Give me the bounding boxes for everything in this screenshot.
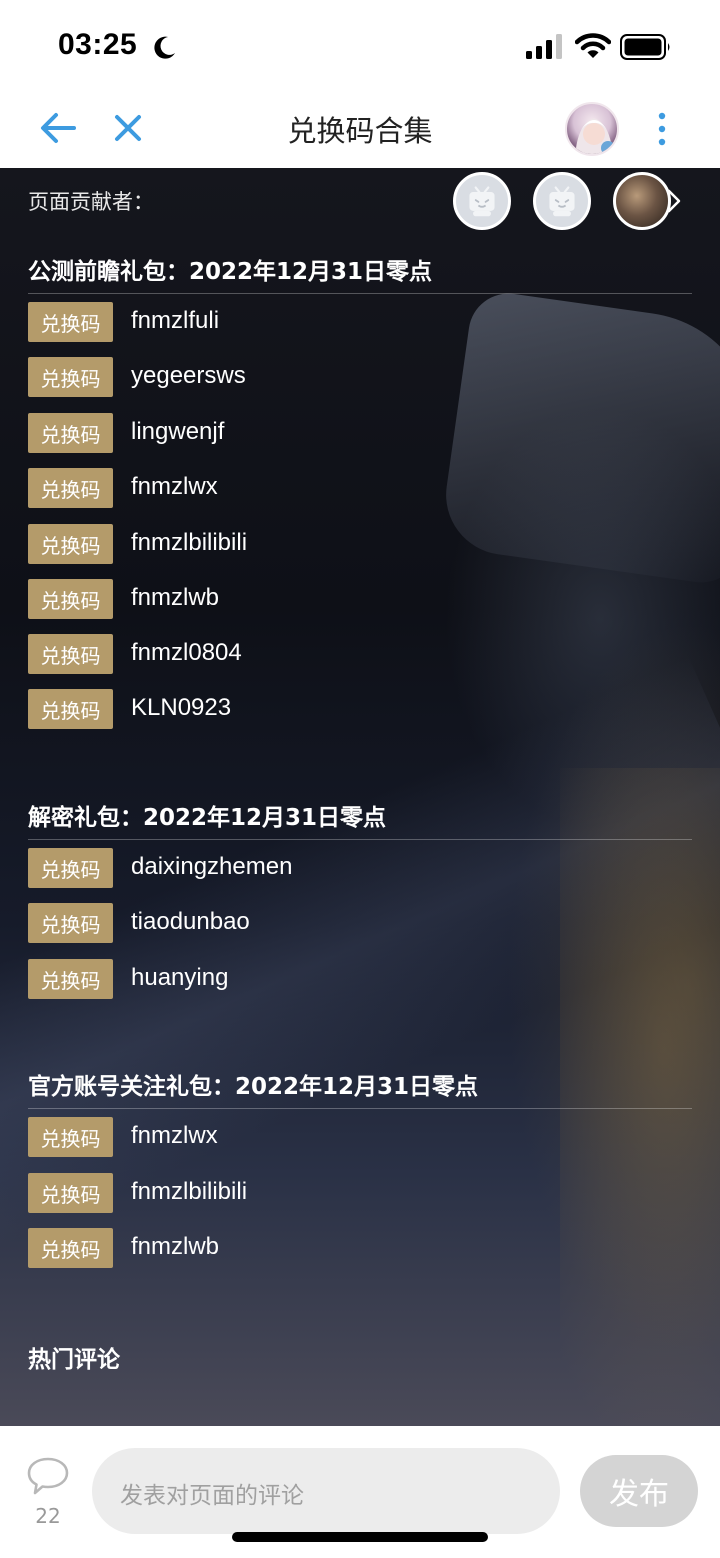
user-avatar[interactable] [565,102,619,156]
contributors-label: 页面贡献者： [28,190,154,214]
section-divider [28,293,692,294]
redeem-code[interactable]: fnmzl0804 [131,639,242,667]
code-badge: 兑换码 [28,524,113,564]
code-row[interactable]: 兑换码 fnmzlwb [28,1228,688,1270]
code-row[interactable]: 兑换码 KLN0923 [28,689,688,731]
redeem-code[interactable]: fnmzlwx [131,473,218,501]
screen: 03:25 兑换码合集 页面贡献者： 公测前瞻礼包：2022年12月31日零点 … [0,0,720,1558]
code-badge: 兑换码 [28,1173,113,1213]
redeem-code[interactable]: fnmzlbilibili [131,1178,247,1206]
bottom-comment-bar: 22 发表对页面的评论 发布 [0,1426,720,1558]
comment-count: 22 [35,1504,61,1528]
bilibili-tv-icon [469,186,495,217]
redeem-code[interactable]: fnmzlwx [131,1122,218,1150]
nav-bar: 兑换码合集 [0,90,720,168]
redeem-code[interactable]: yegeersws [131,362,246,390]
redeem-code[interactable]: fnmzlfuli [131,307,219,335]
code-row[interactable]: 兑换码 huanying [28,959,688,1001]
redeem-code[interactable]: fnmzlwb [131,584,219,612]
code-row[interactable]: 兑换码 daixingzhemen [28,848,688,890]
redeem-code[interactable]: fnmzlbilibili [131,529,247,557]
bilibili-tv-icon [549,186,575,217]
code-row[interactable]: 兑换码 fnmzlwx [28,468,688,510]
code-row[interactable]: 兑换码 tiaodunbao [28,903,688,945]
comment-bubble-icon[interactable] [26,1456,70,1496]
content-area[interactable]: 页面贡献者： 公测前瞻礼包：2022年12月31日零点 兑换码 fnmzlful… [0,168,720,1426]
code-row[interactable]: 兑换码 fnmzlbilibili [28,524,688,566]
section-title: 解密礼包：2022年12月31日零点 [28,805,387,831]
code-row[interactable]: 兑换码 fnmzl0804 [28,634,688,676]
home-indicator [232,1532,488,1542]
contributor-avatar[interactable] [613,172,671,230]
code-badge: 兑换码 [28,1117,113,1157]
code-row[interactable]: 兑换码 fnmzlwx [28,1117,688,1159]
redeem-code[interactable]: KLN0923 [131,694,231,722]
contributor-avatar[interactable] [533,172,591,230]
moon-icon [154,36,175,59]
redeem-code[interactable]: huanying [131,964,228,992]
code-row[interactable]: 兑换码 lingwenjf [28,413,688,455]
hot-comments-title: 热门评论 [28,1347,120,1373]
code-badge: 兑换码 [28,634,113,674]
code-badge: 兑换码 [28,689,113,729]
redeem-code[interactable]: tiaodunbao [131,908,250,936]
redeem-code[interactable]: daixingzhemen [131,853,292,881]
code-badge: 兑换码 [28,357,113,397]
redeem-code[interactable]: lingwenjf [131,418,224,446]
code-badge: 兑换码 [28,959,113,999]
status-time: 03:25 [58,28,138,61]
code-badge: 兑换码 [28,579,113,619]
status-bar: 03:25 [0,0,720,90]
code-row[interactable]: 兑换码 fnmzlwb [28,579,688,621]
signal-icon [526,34,562,59]
code-badge: 兑换码 [28,848,113,888]
section-divider [28,839,692,840]
section-title: 公测前瞻礼包：2022年12月31日零点 [28,259,433,285]
more-vertical-icon[interactable] [650,108,674,150]
redeem-code[interactable]: fnmzlwb [131,1233,219,1261]
section-divider [28,1108,692,1109]
code-badge: 兑换码 [28,903,113,943]
code-row[interactable]: 兑换码 fnmzlfuli [28,302,688,344]
code-badge: 兑换码 [28,413,113,453]
comment-input-placeholder: 发表对页面的评论 [120,1483,304,1509]
wifi-icon [575,33,611,58]
code-row[interactable]: 兑换码 fnmzlbilibili [28,1173,688,1215]
code-badge: 兑换码 [28,468,113,508]
code-badge: 兑换码 [28,302,113,342]
code-row[interactable]: 兑换码 yegeersws [28,357,688,399]
code-badge: 兑换码 [28,1228,113,1268]
publish-button[interactable]: 发布 [580,1455,698,1527]
contributor-avatar[interactable] [453,172,511,230]
section-title: 官方账号关注礼包：2022年12月31日零点 [28,1074,479,1100]
battery-icon [620,34,670,60]
chevron-right-icon[interactable] [664,186,684,216]
